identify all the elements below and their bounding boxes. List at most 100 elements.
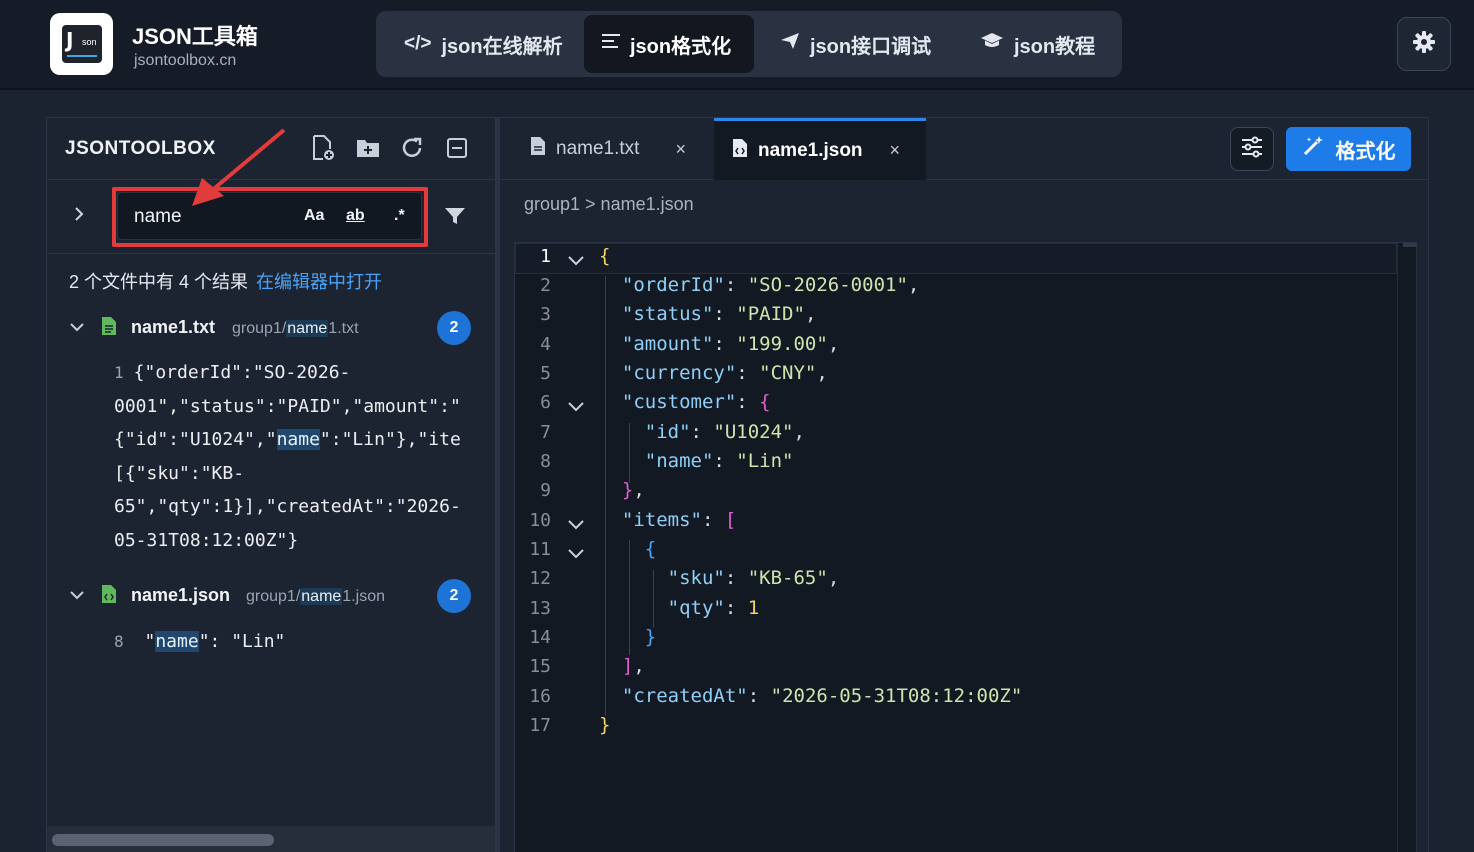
line-number: 1: [540, 246, 551, 267]
app-subtitle: jsontoolbox.cn: [134, 52, 237, 69]
file-path: group1/name1.txt: [232, 320, 359, 337]
breadcrumb[interactable]: group1 > name1.json: [524, 194, 694, 215]
line-number: 9: [540, 480, 551, 501]
filter-button[interactable]: [444, 206, 466, 231]
json-file-icon: [732, 138, 748, 164]
refresh-icon: [400, 136, 424, 165]
code-line: }: [599, 714, 611, 736]
code-line: },: [621, 479, 645, 501]
code-icon: </>: [404, 33, 432, 54]
match-count-badge: 2: [437, 579, 471, 613]
graduation-cap-icon: [980, 32, 1004, 56]
tab-label: name1.txt: [556, 138, 640, 159]
tab-name1-json[interactable]: name1.json ×: [714, 118, 926, 180]
line-number: 8: [540, 451, 551, 472]
match-highlight: name: [155, 631, 199, 652]
main-nav: </> json在线解析 json格式化 json接口调试 json教程: [376, 11, 1122, 77]
nav-json-format[interactable]: json格式化: [584, 15, 754, 73]
nav-json-tutorial[interactable]: json教程: [962, 15, 1113, 73]
result-file-row[interactable]: name1.txt group1/name1.txt 2: [47, 308, 495, 348]
nav-label: json接口调试: [810, 35, 932, 58]
top-bar: Json JSON工具箱 jsontoolbox.cn </> json在线解析…: [0, 0, 1474, 90]
code-line: ],: [621, 655, 645, 677]
fold-toggle[interactable]: [567, 253, 585, 271]
file-path: group1/name1.json: [246, 588, 385, 605]
collapse-all-button[interactable]: [443, 136, 471, 164]
code-line: "amount": "199.00",: [621, 333, 840, 355]
nav-json-parse[interactable]: </> json在线解析: [386, 15, 581, 73]
editor-panel: name1.txt × name1.json × 格式化 group1 > na…: [500, 117, 1429, 852]
line-number: 4: [540, 334, 551, 355]
line-number: 11: [529, 539, 551, 560]
line-number: 7: [540, 422, 551, 443]
chevron-down-icon: [567, 546, 585, 563]
nav-label: json教程: [1014, 35, 1096, 58]
line-number: 3: [540, 304, 551, 325]
json-file-icon: [101, 584, 117, 609]
line-number: 17: [529, 715, 551, 736]
close-icon[interactable]: ×: [675, 139, 686, 160]
align-left-icon: [602, 33, 620, 55]
file-icon: [530, 136, 546, 162]
match-preview[interactable]: 1 {"orderId":"SO-2026- 0001","status":"PA…: [114, 356, 494, 558]
fold-toggle[interactable]: [567, 399, 585, 417]
code-editor[interactable]: 1 2 3 4 5 6 7 8 9 10 11 12 13 14 15 16 1…: [514, 242, 1417, 852]
line-number: 12: [529, 568, 551, 589]
line-number: 14: [529, 627, 551, 648]
tab-name1-txt[interactable]: name1.txt ×: [512, 118, 712, 180]
editor-tabbar: name1.txt × name1.json × 格式化: [500, 118, 1428, 180]
refresh-button[interactable]: [398, 136, 426, 164]
fold-toggle[interactable]: [567, 517, 585, 535]
explorer-panel: JSONTOOLBOX name Aa ab .* 2 个文件中有 4 个结果 …: [46, 117, 496, 852]
sliders-icon: [1240, 136, 1264, 163]
scrollbar-thumb[interactable]: [52, 834, 274, 846]
code-line: "currency": "CNY",: [621, 362, 828, 384]
magic-wand-icon: [1302, 135, 1324, 163]
line-number: 5: [540, 363, 551, 384]
format-button[interactable]: 格式化: [1286, 127, 1411, 171]
nav-json-api-debug[interactable]: json接口调试: [762, 15, 949, 73]
file-name: name1.txt: [131, 317, 216, 337]
logo-mark: Json: [62, 25, 102, 63]
chevron-down-icon: [567, 253, 585, 270]
app-logo[interactable]: Json: [50, 13, 113, 75]
new-folder-button[interactable]: [354, 136, 382, 164]
text-file-icon: [101, 316, 117, 341]
match-count-badge: 2: [437, 311, 471, 345]
gear-icon: [1412, 30, 1436, 59]
close-icon[interactable]: ×: [889, 140, 900, 161]
code-line: "qty": 1: [667, 597, 760, 619]
editor-settings-button[interactable]: [1230, 127, 1274, 171]
new-folder-icon: [356, 137, 380, 164]
filter-icon: [444, 208, 466, 230]
fold-toggle[interactable]: [567, 546, 585, 564]
chevron-down-icon: [567, 399, 585, 416]
scrollbar-thumb[interactable]: [1403, 243, 1417, 247]
code-line: "status": "PAID",: [621, 303, 817, 325]
chevron-down-icon: [567, 517, 585, 534]
vertical-scrollbar[interactable]: [1397, 243, 1417, 852]
nav-label: json在线解析: [441, 35, 563, 58]
new-file-button[interactable]: [309, 134, 337, 164]
chevron-down-icon: [69, 588, 85, 606]
settings-button[interactable]: [1397, 17, 1451, 71]
tab-label: name1.json: [758, 139, 863, 161]
annotation-arrow: [192, 128, 286, 206]
result-file-row[interactable]: name1.json group1/name1.json 2: [47, 576, 495, 616]
file-name: name1.json: [131, 585, 231, 605]
code-line: "customer": {: [621, 391, 771, 413]
open-in-editor-link[interactable]: 在编辑器中打开: [256, 272, 382, 292]
code-line: "items": [: [621, 509, 737, 531]
code-line: "orderId": "SO-2026-0001",: [621, 274, 920, 296]
send-icon: [780, 32, 800, 56]
expand-replace-toggle[interactable]: [73, 206, 85, 227]
code-line: {: [599, 245, 611, 267]
code-line: "sku": "KB-65",: [667, 567, 840, 589]
collapse-all-icon: [446, 137, 468, 164]
match-preview[interactable]: 8 "name": "Lin": [114, 625, 494, 659]
line-number: 6: [540, 392, 551, 413]
results-summary: 2 个文件中有 4 个结果 在编辑器中打开: [69, 268, 382, 294]
line-number: 2: [540, 275, 551, 296]
code-line: }: [644, 626, 657, 648]
match-highlight: name: [276, 429, 320, 451]
